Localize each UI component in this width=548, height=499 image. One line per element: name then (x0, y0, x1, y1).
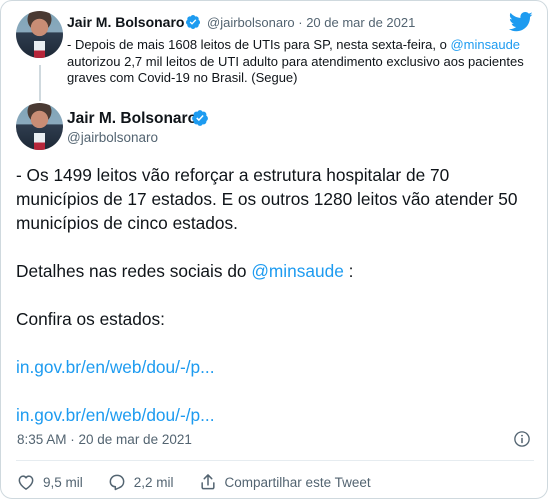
tweet-actions: 9,5 mil 2,2 mil Compartilhar este Tweet (16, 471, 395, 493)
share-label: Compartilhar este Tweet (224, 474, 371, 490)
share-button[interactable]: Compartilhar este Tweet (198, 472, 371, 492)
para2-prefix: Detalhes nas redes sociais do (16, 261, 252, 281)
embedded-tweet-card: Jair M. Bolsonaro @jairbolsonaro · 20 de… (0, 0, 548, 499)
avatar-main[interactable] (16, 103, 63, 150)
info-icon[interactable] (513, 430, 531, 448)
quoted-tweet-text: - Depois de mais 1608 leitos de UTIs par… (67, 37, 527, 87)
separator-dot: · (294, 15, 307, 30)
url-link-1[interactable]: in.gov.br/en/web/dou/-/p... (16, 355, 536, 379)
verified-badge-icon (186, 15, 201, 29)
quoted-text-part1: - Depois de mais 1608 leitos de UTIs par… (67, 37, 451, 52)
thread-connector-line (39, 65, 41, 101)
mention-link[interactable]: @minsaude (450, 37, 520, 52)
author-name[interactable]: Jair M. Bolsonaro (67, 110, 197, 128)
quoted-handle[interactable]: @jairbolsonaro (207, 15, 295, 30)
heart-icon (18, 475, 34, 490)
avatar-quoted[interactable] (16, 11, 63, 58)
quoted-handle-date[interactable]: @jairbolsonaro · 20 de mar de 2021 (207, 15, 415, 30)
para2-suffix: : (343, 261, 354, 281)
url-link-2[interactable]: in.gov.br/en/web/dou/-/p... (16, 403, 536, 427)
like-button[interactable]: 9,5 mil (16, 472, 83, 492)
like-count: 9,5 mil (43, 474, 83, 490)
comment-icon (109, 474, 125, 491)
tweet-paragraph-2: Detalhes nas redes sociais do @minsaude … (16, 259, 536, 283)
verified-badge-icon (192, 110, 208, 126)
share-icon (200, 474, 215, 490)
reply-count: 2,2 mil (133, 474, 174, 490)
author-handle[interactable]: @jairbolsonaro (67, 130, 158, 145)
tweet-paragraph-1: - Os 1499 leitos vão reforçar a estrutur… (16, 165, 518, 233)
tweet-text: - Os 1499 leitos vão reforçar a estrutur… (16, 163, 536, 427)
tweet-timestamp[interactable]: 8:35 AM · 20 de mar de 2021 (17, 432, 192, 447)
mention-link[interactable]: @minsaude (251, 261, 343, 281)
quoted-author-name[interactable]: Jair M. Bolsonaro (67, 14, 184, 30)
tweet-paragraph-3: Confira os estados: (16, 309, 165, 329)
quoted-date[interactable]: 20 de mar de 2021 (306, 15, 415, 30)
divider (16, 460, 534, 461)
quoted-text-part2: autorizou 2,7 mil leitos de UTI adulto p… (67, 53, 524, 86)
twitter-bird-icon[interactable] (509, 12, 533, 32)
reply-button[interactable]: 2,2 mil (107, 472, 174, 492)
